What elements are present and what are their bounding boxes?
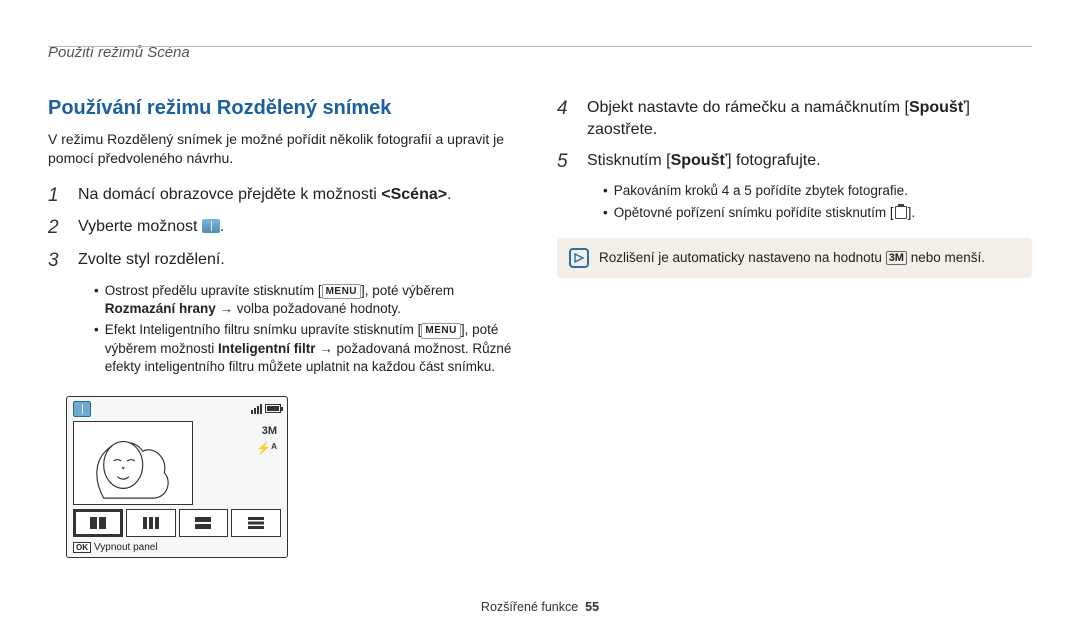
trash-icon [895,206,907,219]
bullet-text: Ostrost předělu upravíte stisknutím [MEN… [105,282,523,318]
right-column: 4 Objekt nastavte do rámečku a namáčknut… [557,97,1032,558]
t: Opětovné pořízení snímku pořídíte stiskn… [614,205,894,220]
split-mode-icon [73,401,91,417]
layout-option-2row[interactable] [179,509,229,537]
step-3: 3 Zvolte styl rozdělení. [48,249,523,274]
smart-filter-bold: Inteligentní filtr [218,341,316,356]
camera-preview: 3M ⚡ᴬ [66,396,288,558]
t: ] fotografujte. [727,152,820,169]
shutter-bold: Spoušť [671,152,728,169]
step-number: 1 [48,184,78,209]
step-text: Zvolte styl rozdělení. [78,249,225,271]
bullet: • Ostrost předělu upravíte stisknutím [M… [94,282,523,318]
step-5: 5 Stisknutím [Spoušť] fotografujte. [557,150,1032,175]
bullet-text: Efekt Inteligentního filtru snímku uprav… [105,321,523,376]
left-column: Používání režimu Rozdělený snímek V reži… [48,97,523,558]
footer-section: Rozšířené funkce [481,600,578,614]
step3-bullets: • Ostrost předělu upravíte stisknutím [M… [48,282,523,376]
signal-icon [251,404,262,414]
step-4: 4 Objekt nastavte do rámečku a namáčknut… [557,97,1032,142]
split-mode-icon [202,219,220,233]
step-text: Na domácí obrazovce přejděte k možnosti … [78,184,452,206]
t: nebo menší. [907,250,985,265]
menu-button-label: MENU [421,323,460,339]
note-box: Rozlišení je automaticky nastaveno na ho… [557,238,1032,278]
step-number: 4 [557,97,587,122]
bullet-dot: • [94,321,99,376]
ok-button-label: OK [73,542,91,553]
t: Vyberte možnost [78,218,202,235]
t: → volba požadované hodnoty. [216,301,401,316]
bullet: • Efekt Inteligentního filtru snímku upr… [94,321,523,376]
preview-photo [73,421,193,505]
info-icon [569,248,589,268]
page-footer: Rozšířené funkce 55 [0,600,1080,614]
menu-button-label: MENU [322,284,361,300]
step-text: Stisknutím [Spoušť] fotografujte. [587,150,821,172]
t: Na domácí obrazovce přejděte k možnosti [78,186,381,203]
bullet-dot: • [94,282,99,318]
t: Rozlišení je automaticky nastaveno na ho… [599,250,886,265]
shutter-bold: Spoušť [909,99,966,116]
footer-label: Vypnout panel [94,542,158,553]
bullet-dot: • [603,182,608,200]
bullet-dot: • [603,204,608,222]
t: Efekt Inteligentního filtru snímku uprav… [105,322,422,337]
step-number: 2 [48,216,78,241]
layout-option-3col[interactable] [126,509,176,537]
note-text: Rozlišení je automaticky nastaveno na ho… [599,250,985,265]
bullet: • Pakováním kroků 4 a 5 pořídíte zbytek … [603,182,1032,200]
t: ]. [908,205,916,220]
t: Objekt nastavte do rámečku a namáčknutím… [587,99,909,116]
layout-option-3row[interactable] [231,509,281,537]
bullet-text: Opětovné pořízení snímku pořídíte stiskn… [614,204,915,222]
layout-option-2col[interactable] [73,509,123,537]
t: . [447,186,451,203]
step-number: 3 [48,249,78,274]
blur-edge-bold: Rozmazání hrany [105,301,216,316]
t: . [220,218,224,235]
header-rule [48,46,1032,47]
t: Stisknutím [ [587,152,671,169]
t: Ostrost předělu upravíte stisknutím [ [105,283,322,298]
step-number: 5 [557,150,587,175]
step5-bullets: • Pakováním kroků 4 a 5 pořídíte zbytek … [557,182,1032,221]
step-text: Vyberte možnost . [78,216,224,238]
preview-footer: OK Vypnout panel [73,542,158,553]
page-number: 55 [585,600,599,614]
bullet: • Opětovné pořízení snímku pořídíte stis… [603,204,1032,222]
t: ], poté výběrem [361,283,454,298]
step-1: 1 Na domácí obrazovce přejděte k možnost… [48,184,523,209]
step-text: Objekt nastavte do rámečku a namáčknutím… [587,97,1032,142]
bullet-text: Pakováním kroků 4 a 5 pořídíte zbytek fo… [614,182,908,200]
flash-auto-icon: ⚡ᴬ [256,441,277,455]
scene-bold: <Scéna> [381,186,447,203]
layout-strip [73,509,281,537]
battery-icon [265,404,281,413]
section-title: Používání režimu Rozdělený snímek [48,97,523,120]
intro-text: V režimu Rozdělený snímek je možné poříd… [48,130,523,168]
resolution-3m-icon: 3M [886,251,907,265]
step-2: 2 Vyberte možnost . [48,216,523,241]
resolution-indicator: 3M [262,425,277,437]
